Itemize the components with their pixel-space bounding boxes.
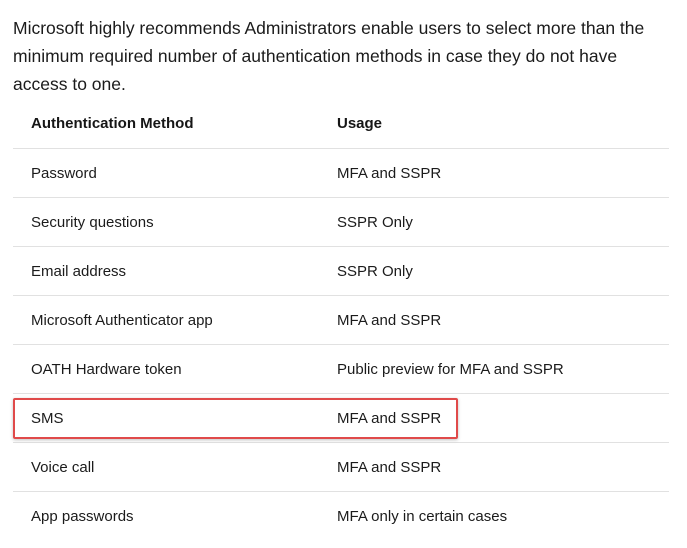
column-header-method: Authentication Method [31,115,194,132]
table-row: Password MFA and SSPR [13,148,669,197]
method-cell: Microsoft Authenticator app [31,311,213,329]
usage-cell: SSPR Only [337,213,413,231]
usage-cell: MFA and SSPR [337,458,442,476]
table-row-sms: SMS MFA and SSPR [13,393,669,442]
usage-cell: SSPR Only [337,262,413,280]
table-row: App passwords MFA only in certain cases [13,491,669,540]
table-row: Voice call MFA and SSPR [13,442,669,491]
table-header-row: Authentication Method Usage [13,99,669,148]
table-row: Email address SSPR Only [13,246,669,295]
method-cell: OATH Hardware token [31,360,182,378]
table-row: OATH Hardware token Public preview for M… [13,344,669,393]
column-header-usage: Usage [337,115,383,132]
table-row: Microsoft Authenticator app MFA and SSPR [13,295,669,344]
method-cell: Email address [31,262,127,280]
method-cell: Security questions [31,213,154,231]
method-cell: SMS [31,409,64,427]
table-row: Security questions SSPR Only [13,197,669,246]
usage-cell: MFA and SSPR [337,164,442,182]
authentication-methods-table: Authentication Method Usage Password MFA… [13,99,669,540]
method-cell: App passwords [31,507,134,525]
usage-cell: MFA only in certain cases [337,507,508,525]
method-cell: Password [31,164,97,182]
intro-paragraph: Microsoft highly recommends Administrato… [13,18,645,94]
method-cell: Voice call [31,458,95,476]
usage-cell: MFA and SSPR [337,311,442,329]
usage-cell: MFA and SSPR [337,409,442,427]
usage-cell: Public preview for MFA and SSPR [337,360,564,378]
